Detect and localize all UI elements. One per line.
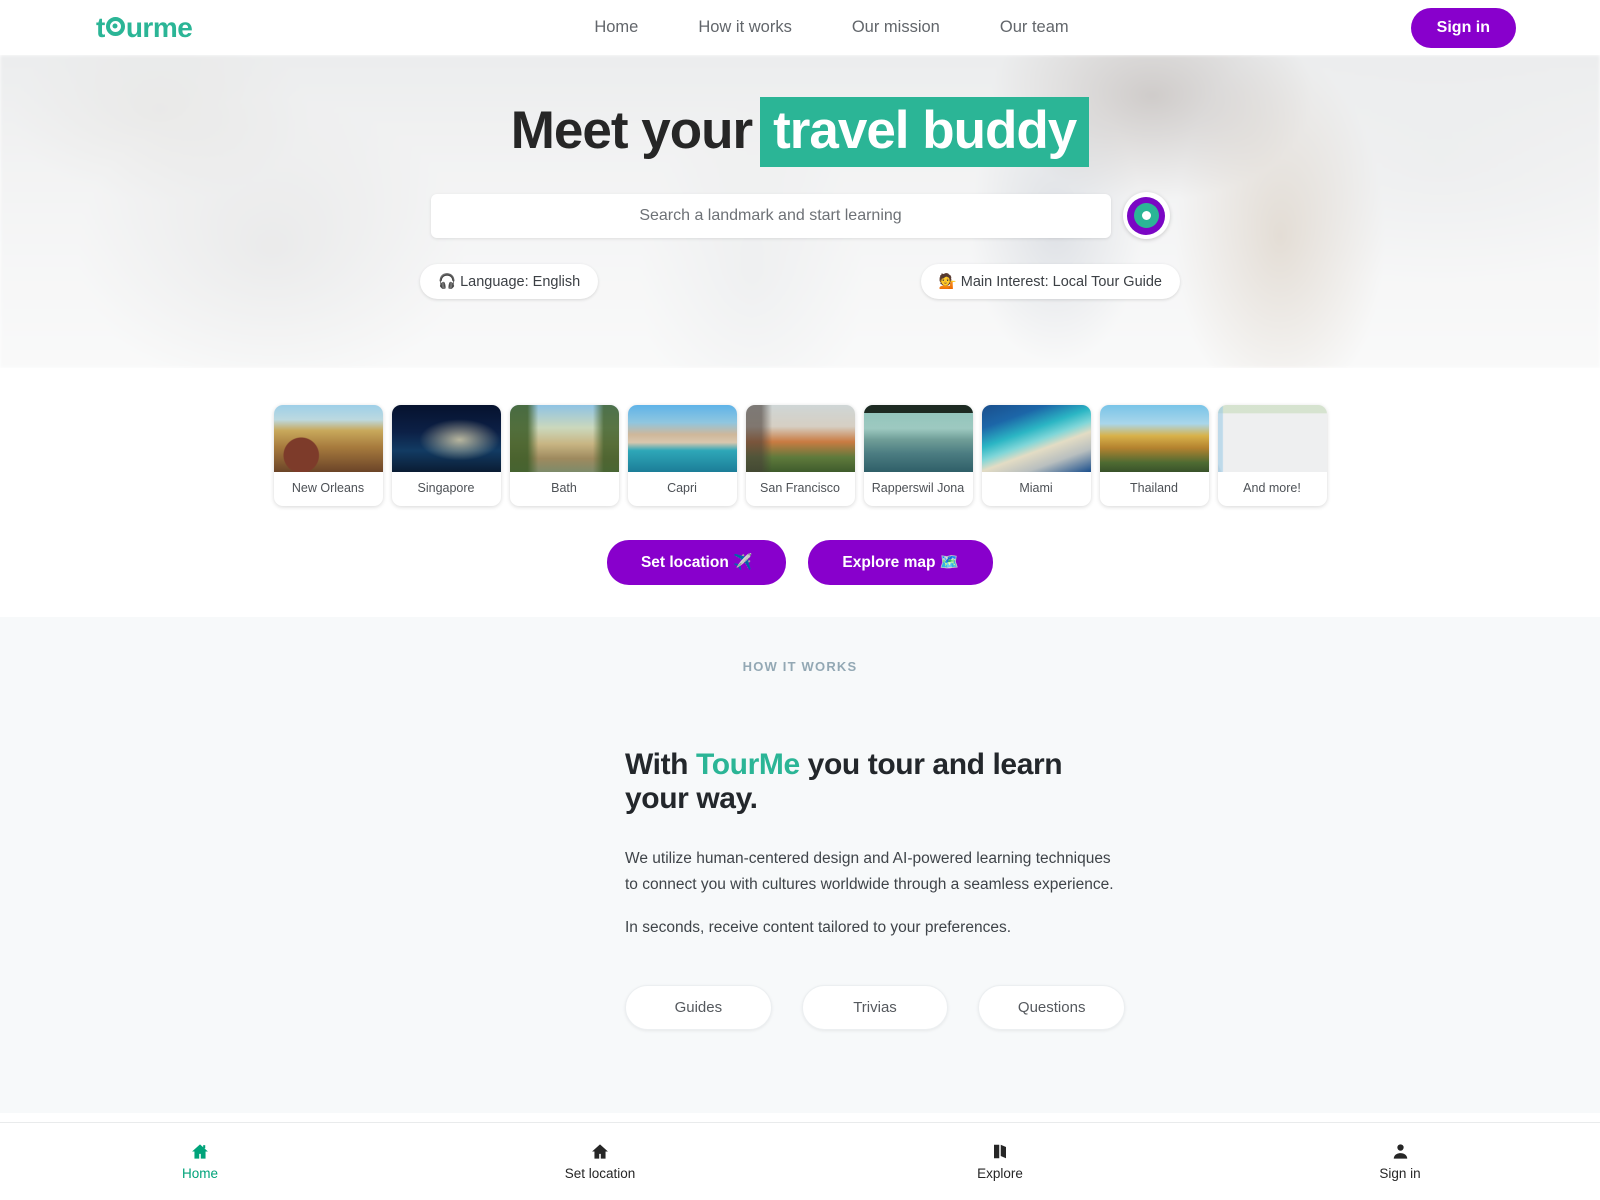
bottom-nav-label: Home xyxy=(181,1166,218,1181)
destination-label: Rapperswil Jona xyxy=(871,481,965,496)
hero-title-plain: Meet your xyxy=(510,101,753,160)
preference-chips: 🎧 Language: English 💁 Main Interest: Loc… xyxy=(420,264,1180,299)
destination-thumbnail xyxy=(745,405,855,472)
destination-thumbnail xyxy=(863,405,973,472)
chip-language-label: Language: English xyxy=(460,274,581,290)
target-icon xyxy=(105,16,125,36)
target-icon xyxy=(1127,196,1165,235)
destination-card[interactable]: And more! xyxy=(1217,405,1327,506)
section-kicker: HOW IT WORKS xyxy=(742,659,858,674)
logo[interactable]: t urme xyxy=(96,11,193,44)
set-location-button[interactable]: Set location ✈️ xyxy=(606,540,787,585)
bottom-nav-label: Set location xyxy=(564,1166,636,1181)
nav-item-our-team[interactable]: Our team xyxy=(1000,18,1069,37)
how-it-works-heading: With TourMe you tour and learn your way. xyxy=(625,748,1125,816)
destination-card[interactable]: Thailand xyxy=(1099,405,1209,506)
search-input[interactable] xyxy=(430,193,1111,238)
bottom-nav-label: Explore xyxy=(977,1166,1023,1181)
headphone-icon: 🎧 xyxy=(438,274,457,290)
destination-thumbnail xyxy=(627,405,737,472)
destination-label: Capri xyxy=(667,481,697,496)
destination-label: Singapore xyxy=(417,481,475,496)
how-it-works-copy: With TourMe you tour and learn your way.… xyxy=(475,748,1126,1030)
target-locate-button[interactable] xyxy=(1122,192,1170,239)
destination-thumbnail xyxy=(1099,405,1209,472)
bottom-nav-item-home[interactable]: Home xyxy=(0,1123,400,1200)
bottom-nav-item-sign-in[interactable]: Sign in xyxy=(1200,1123,1600,1200)
destination-card-row: New Orleans Singapore Bath Capri San Fra… xyxy=(0,405,1600,506)
heading-pre: With xyxy=(625,748,697,781)
logo-text-suffix: urme xyxy=(125,11,193,43)
chip-language[interactable]: 🎧 Language: English xyxy=(420,264,599,299)
top-navigation-bar: t urme Home How it works Our mission Our … xyxy=(0,0,1600,55)
nav-item-how-it-works[interactable]: How it works xyxy=(698,18,792,37)
destination-thumbnail xyxy=(273,405,383,472)
nav-links: Home How it works Our mission Our team xyxy=(534,18,1068,37)
destination-label: San Francisco xyxy=(760,481,840,496)
destination-card[interactable]: Singapore xyxy=(391,405,501,506)
sign-in-button[interactable]: Sign in xyxy=(1410,7,1516,48)
destination-thumbnail-map xyxy=(1217,405,1327,472)
destination-card[interactable]: Bath xyxy=(509,405,619,506)
home-icon xyxy=(190,1142,210,1161)
bottom-nav-item-set-location[interactable]: Set location xyxy=(400,1123,800,1200)
chip-main-interest-label: Main Interest: Local Tour Guide xyxy=(960,274,1162,290)
destinations-section: New Orleans Singapore Bath Capri San Fra… xyxy=(0,368,1600,617)
bottom-nav-label: Sign in xyxy=(1379,1166,1421,1181)
person-icon xyxy=(1391,1142,1410,1161)
nav-item-our-mission[interactable]: Our mission xyxy=(852,18,940,37)
search-row xyxy=(430,192,1170,239)
guide-person-icon: 💁 xyxy=(938,274,957,290)
nav-item-home[interactable]: Home xyxy=(594,18,638,37)
content-type-pills: Guides Trivias Questions xyxy=(625,984,1126,1030)
how-it-works-paragraph-1: We utilize human-centered design and AI-… xyxy=(625,850,1114,893)
hero-title: Meet your travel buddy xyxy=(510,97,1090,167)
hero-title-highlight: travel buddy xyxy=(760,97,1090,167)
pill-guides[interactable]: Guides xyxy=(625,984,772,1030)
hero-section: Meet yourtravel buddy 🎧 Language: Englis… xyxy=(0,55,1600,368)
primary-action-row: Set location ✈️ Explore map 🗺️ xyxy=(0,540,1600,585)
destination-label: Bath xyxy=(551,481,577,496)
destination-card[interactable]: Rapperswil Jona xyxy=(863,405,973,506)
heading-brand: TourMe xyxy=(696,748,800,781)
destination-label: New Orleans xyxy=(291,481,365,496)
explore-map-button[interactable]: Explore map 🗺️ xyxy=(808,540,994,585)
destination-thumbnail xyxy=(981,405,1091,472)
map-icon xyxy=(991,1142,1009,1161)
chip-main-interest[interactable]: 💁 Main Interest: Local Tour Guide xyxy=(920,264,1180,299)
pill-trivias[interactable]: Trivias xyxy=(801,984,949,1030)
home-icon xyxy=(590,1142,610,1161)
destination-thumbnail xyxy=(391,405,501,472)
logo-text-prefix: t xyxy=(96,11,105,43)
bottom-nav-item-explore[interactable]: Explore xyxy=(800,1123,1200,1200)
destination-card[interactable]: New Orleans xyxy=(273,405,383,506)
bottom-navigation-bar: Home Set location Explore Sign in xyxy=(0,1122,1600,1200)
destination-label: And more! xyxy=(1243,481,1301,496)
destination-card[interactable]: Capri xyxy=(627,405,737,506)
destination-label: Thailand xyxy=(1130,481,1178,496)
how-it-works-paragraph-2: In seconds, receive content tailored to … xyxy=(625,919,1011,937)
pill-questions[interactable]: Questions xyxy=(978,984,1126,1030)
destination-label: Miami xyxy=(1019,481,1053,496)
destination-card[interactable]: San Francisco xyxy=(745,405,855,506)
destination-card[interactable]: Miami xyxy=(981,405,1091,506)
destination-thumbnail xyxy=(509,405,619,472)
how-it-works-section: HOW IT WORKS With TourMe you tour and le… xyxy=(0,617,1600,1113)
